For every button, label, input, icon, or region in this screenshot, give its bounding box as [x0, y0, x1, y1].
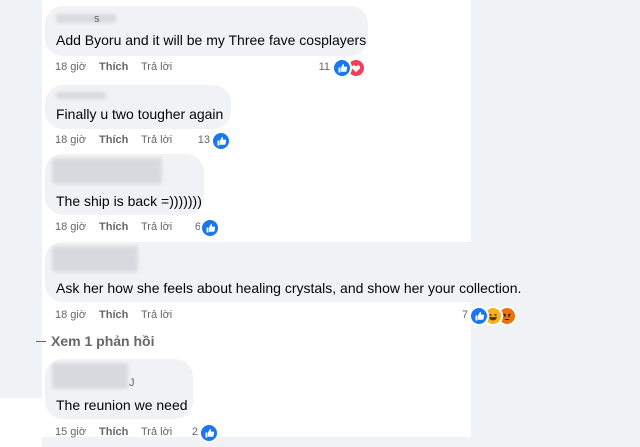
commenter-name[interactable]: [52, 246, 138, 272]
comment-time[interactable]: 15 giờ: [55, 426, 86, 438]
comment-text: Add Byoru and it will be my Three fave c…: [56, 32, 367, 48]
reaction-count[interactable]: 7: [448, 309, 468, 321]
reply-button[interactable]: Trả lời: [141, 221, 172, 233]
comment-time[interactable]: 18 giờ: [55, 221, 86, 233]
like-icon: [199, 423, 219, 443]
reply-button[interactable]: Trả lời: [141, 134, 172, 146]
bottom-gutter: [42, 437, 471, 447]
like-icon: [211, 131, 231, 151]
commenter-name[interactable]: [52, 158, 162, 184]
reply-button[interactable]: Trả lời: [141, 309, 172, 321]
like-button[interactable]: Thích: [99, 426, 128, 438]
like-button[interactable]: Thích: [99, 134, 128, 146]
like-icon: [332, 58, 352, 78]
comment-text: The reunion we need: [56, 397, 188, 413]
right-gutter: [471, 0, 640, 447]
comment-text: Ask her how she feels about healing crys…: [56, 280, 522, 296]
comment-time[interactable]: 18 giờ: [55, 309, 86, 321]
reaction-count[interactable]: 11: [310, 61, 330, 73]
commenter-name[interactable]: [56, 92, 106, 99]
comment-time[interactable]: 18 giờ: [55, 61, 86, 73]
like-icon: [469, 306, 489, 326]
comment-text: The ship is back =))))))): [56, 193, 202, 209]
replies-connector: [36, 341, 46, 342]
like-button[interactable]: Thích: [99, 309, 128, 321]
reaction-count[interactable]: 2: [178, 426, 198, 438]
reply-button[interactable]: Trả lời: [141, 426, 172, 438]
comment-time[interactable]: 18 giờ: [55, 134, 86, 146]
commenter-name[interactable]: [52, 363, 128, 389]
reply-button[interactable]: Trả lời: [141, 61, 172, 73]
reaction-count[interactable]: 13: [190, 134, 210, 146]
left-gutter: [0, 0, 42, 398]
commenter-name-glyph: J: [129, 377, 135, 389]
commenter-name[interactable]: [56, 14, 116, 23]
like-icon: [200, 218, 220, 238]
view-replies-link[interactable]: Xem 1 phản hồi: [51, 333, 154, 349]
commenter-name-glyph: s: [94, 13, 100, 25]
comment-text: Finally u two tougher again: [56, 106, 224, 122]
like-button[interactable]: Thích: [99, 221, 128, 233]
like-button[interactable]: Thích: [99, 61, 128, 73]
reaction-count[interactable]: 6: [181, 221, 201, 233]
